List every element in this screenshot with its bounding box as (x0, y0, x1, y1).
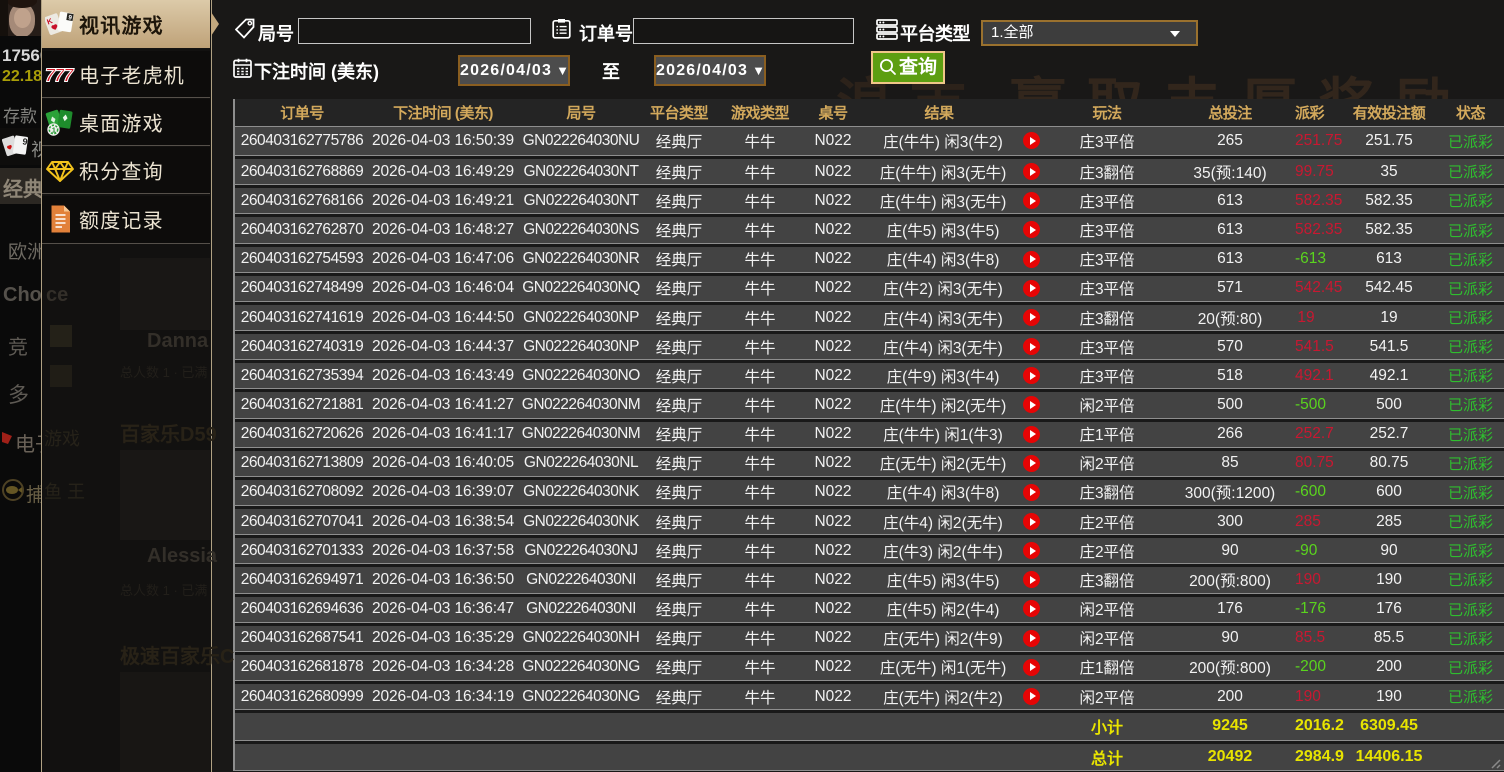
svg-text:777: 777 (45, 64, 75, 85)
svg-text:1: 1 (52, 125, 56, 134)
svg-text:9: 9 (22, 136, 28, 147)
